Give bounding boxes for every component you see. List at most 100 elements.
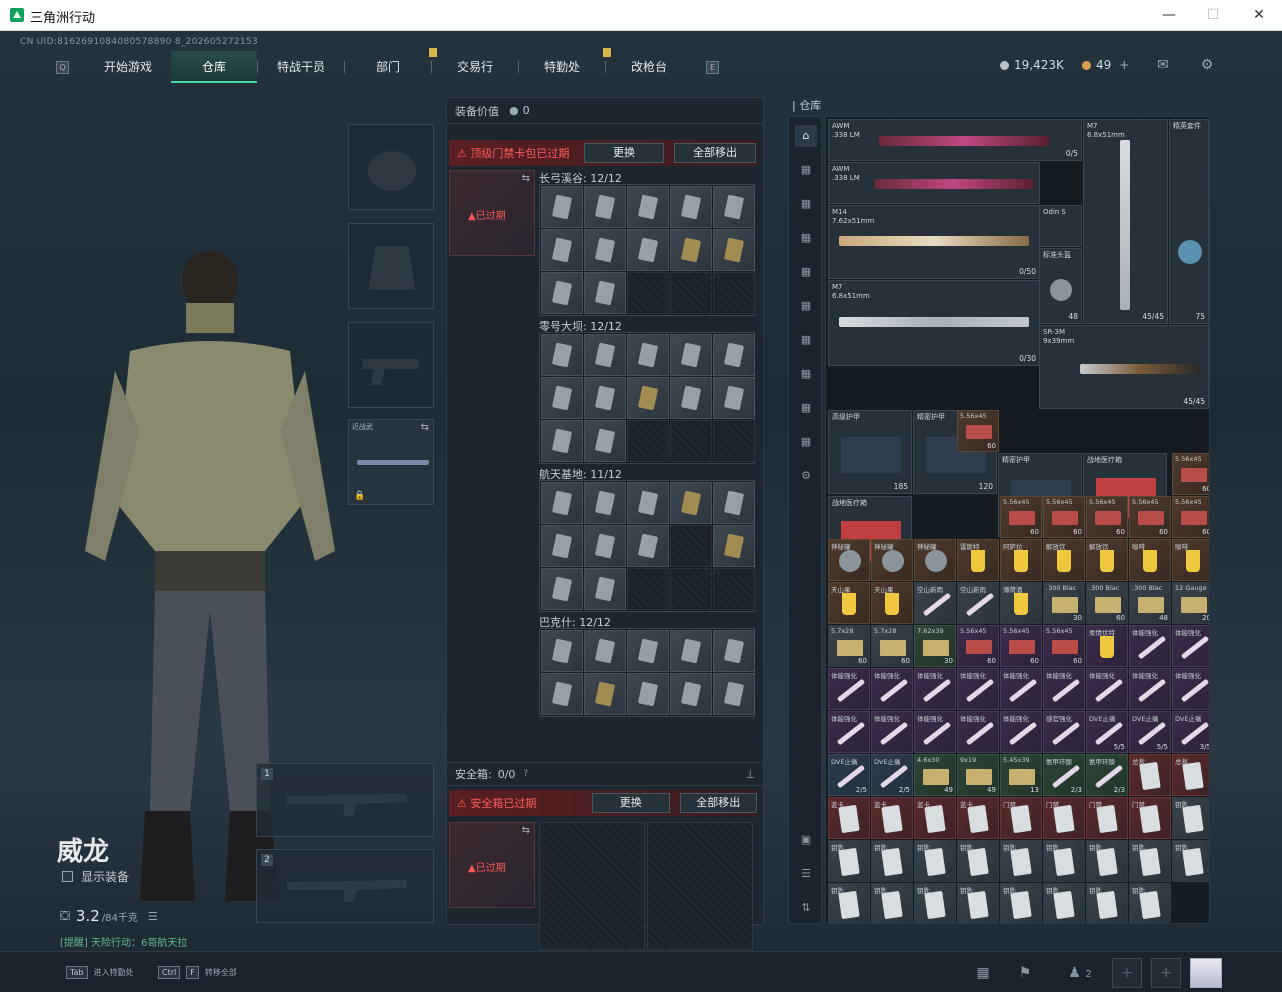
key-card-item[interactable] <box>584 568 626 610</box>
stash-item[interactable]: 柔情伏特 <box>1086 625 1128 667</box>
stash-item[interactable]: 总裁 <box>1129 754 1171 796</box>
stash-item[interactable]: 神秘罐 <box>828 539 870 581</box>
primary-weapon-slot-1[interactable]: 1 <box>256 763 434 837</box>
tab-warehouse[interactable]: 仓库 <box>171 51 257 83</box>
stash-item[interactable]: 门禁 <box>1086 797 1128 839</box>
stash-item[interactable]: 氨甲环酸 2/3 <box>1086 754 1128 796</box>
stash-item[interactable]: 5.56x45 60 <box>957 410 999 452</box>
key-card-item[interactable] <box>584 272 626 314</box>
stash-item[interactable]: 门禁 <box>1043 797 1085 839</box>
stash-item[interactable]: 5.56x45 60 <box>1172 453 1209 495</box>
stash-item[interactable]: 体能强化 <box>1086 668 1128 710</box>
weapon-item-awm[interactable]: AWM .338 LM <box>828 162 1040 204</box>
stash-item[interactable]: 7.62x39 30 <box>914 625 956 667</box>
tab-market[interactable]: 交易行 <box>432 51 518 83</box>
key-card-item[interactable] <box>541 525 583 567</box>
stash-item[interactable]: 钥匙 <box>828 883 870 923</box>
empty-safe-slot[interactable] <box>647 822 753 950</box>
stash-item[interactable]: 5.56x45 60 <box>1172 496 1209 538</box>
stash-camera-icon[interactable]: ▣ <box>795 829 817 851</box>
key-card-item[interactable] <box>627 377 669 419</box>
key-card-item[interactable] <box>670 186 712 228</box>
stash-item[interactable]: 雷斯特 <box>957 539 999 581</box>
replace-safe-button[interactable]: 更换 <box>592 793 670 813</box>
key-card-item[interactable] <box>584 334 626 376</box>
stash-item[interactable]: 氨甲环酸 2/3 <box>1043 754 1085 796</box>
key-card-item[interactable] <box>713 334 755 376</box>
mail-icon[interactable]: ✉ <box>1154 57 1172 73</box>
stash-item[interactable]: 天山果 <box>828 582 870 624</box>
close-button[interactable]: ✕ <box>1248 5 1270 25</box>
key-card-item[interactable] <box>627 482 669 524</box>
tab-gunsmith[interactable]: 改枪台 <box>606 51 692 83</box>
stash-item[interactable]: 钥匙 <box>871 840 913 882</box>
tab-special-ops[interactable]: 特勤处 <box>519 48 611 83</box>
key-card-item[interactable] <box>584 186 626 228</box>
stash-item[interactable]: 钥匙 <box>914 840 956 882</box>
stash-item[interactable]: 薄荷酒 <box>1000 582 1042 624</box>
stash-item[interactable]: 12 Gauge 20 <box>1172 582 1209 624</box>
stash-item[interactable]: 神秘罐 <box>871 539 913 581</box>
key-card-item[interactable] <box>670 630 712 672</box>
key-card-item[interactable] <box>584 673 626 715</box>
stash-item[interactable]: 阿萨拉 <box>1000 539 1042 581</box>
token-balance[interactable]: 49 + <box>1082 58 1129 72</box>
tab-operators[interactable]: 特战干员 <box>258 51 344 83</box>
weapon-item-awm[interactable]: AWM .338 LM 0/5 <box>828 119 1082 161</box>
stash-item[interactable]: 钥匙 <box>1086 840 1128 882</box>
help-icon[interactable]: ? <box>523 769 528 779</box>
stash-item[interactable]: 体能强化 <box>1129 625 1171 667</box>
key-card-item[interactable] <box>627 630 669 672</box>
stash-item[interactable]: 咖啡 <box>1129 539 1171 581</box>
key-card-item[interactable] <box>670 377 712 419</box>
swap-icon[interactable]: ⇆ <box>421 422 429 433</box>
key-card-item[interactable] <box>670 482 712 524</box>
key-card-item[interactable] <box>670 673 712 715</box>
stash-page-icon[interactable]: ▦ <box>795 193 817 215</box>
stash-item[interactable]: 体能强化 <box>957 711 999 753</box>
stash-item[interactable]: 5.7x28 60 <box>828 625 870 667</box>
stash-page-icon[interactable]: ▦ <box>795 227 817 249</box>
stash-item[interactable]: 5.56x45 60 <box>1043 625 1085 667</box>
key-card-item[interactable] <box>541 229 583 271</box>
stash-item[interactable]: 9x19 49 <box>957 754 999 796</box>
stash-page-icon[interactable]: ▦ <box>795 397 817 419</box>
stash-item[interactable]: 体能强化 <box>1129 668 1171 710</box>
key-card-item[interactable] <box>627 229 669 271</box>
stash-item[interactable]: 体能强化 <box>828 668 870 710</box>
stash-item[interactable]: 5.56x45 60 <box>1000 496 1042 538</box>
stash-item[interactable]: 5.56x45 60 <box>1086 496 1128 538</box>
stash-item[interactable]: 5.56x45 60 <box>1129 496 1171 538</box>
key-card-item[interactable] <box>713 525 755 567</box>
stash-item[interactable]: 体能强化 <box>828 711 870 753</box>
stash-item[interactable]: DVE止痛 3/5 <box>1172 711 1209 753</box>
minimize-button[interactable]: — <box>1158 5 1180 25</box>
stash-item[interactable]: 体能强化 <box>1172 625 1209 667</box>
stash-item[interactable]: 门禁 <box>1129 797 1171 839</box>
key-card-item[interactable] <box>670 334 712 376</box>
key-card-item[interactable] <box>627 525 669 567</box>
key-card-item[interactable] <box>541 673 583 715</box>
stash-item[interactable]: 钥匙 <box>1043 840 1085 882</box>
weapon-item-m14[interactable]: M14 7.62x51mm 0/50 <box>828 205 1040 279</box>
stash-item[interactable]: .300 Blac 30 <box>1043 582 1085 624</box>
stash-item[interactable]: 5.45x39 13 <box>1000 754 1042 796</box>
empty-safe-slot[interactable] <box>539 822 645 950</box>
key-card-item[interactable] <box>627 334 669 376</box>
stash-item[interactable]: 钥匙 <box>1129 840 1171 882</box>
weapon-item-sr3m[interactable]: SR-3M 9x39mm 45/45 <box>1039 325 1209 409</box>
stash-item[interactable]: 体能强化 <box>1043 668 1085 710</box>
elite-kit-item[interactable]: 精英套件 75 <box>1169 119 1209 324</box>
pistol-slot[interactable] <box>348 322 434 408</box>
key-card-item[interactable] <box>713 377 755 419</box>
stash-item[interactable]: 总裁 <box>1172 754 1209 796</box>
stash-item[interactable]: 感官强化 <box>1043 711 1085 753</box>
key-card-item[interactable] <box>541 420 583 462</box>
key-card-item[interactable] <box>541 630 583 672</box>
swap-icon[interactable]: ⇆ <box>522 173 530 184</box>
stash-item[interactable]: 体能强化 <box>1172 668 1209 710</box>
stash-item[interactable]: 钥匙 <box>914 883 956 923</box>
tab-department[interactable]: 部门 <box>345 48 437 83</box>
key-card-item[interactable] <box>627 673 669 715</box>
key-card-item[interactable] <box>541 482 583 524</box>
